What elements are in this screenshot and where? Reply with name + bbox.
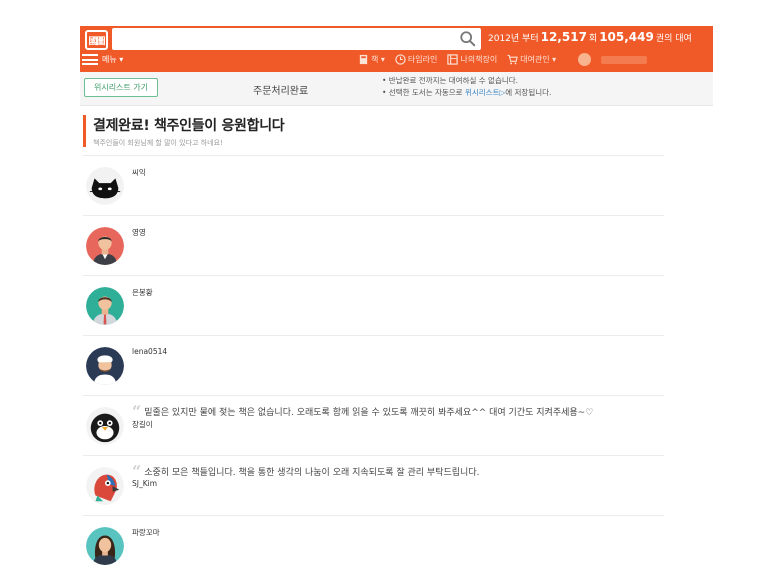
quote-icon: “: [132, 401, 142, 421]
menu-label: 메뉴 ▾: [102, 55, 124, 64]
stats-members: 12,517: [540, 30, 587, 44]
avatar[interactable]: [86, 167, 124, 205]
cat-avatar-icon: [86, 167, 124, 205]
row-text: 파랑꼬마: [132, 527, 160, 538]
comment: “ 밑줄은 있지만 물에 젖는 책은 없습니다. 오래도록 함께 읽을 수 있도…: [132, 401, 594, 421]
quote-icon: “: [132, 461, 142, 481]
avatar[interactable]: [86, 527, 124, 565]
wishlist-link[interactable]: 위시리스트▷: [465, 88, 505, 97]
site-logo[interactable]: 國圖: [85, 30, 108, 50]
logo-text: 國圖: [88, 36, 105, 47]
wishlist-button[interactable]: 위시리스트 가기: [84, 78, 158, 97]
list-item: 파랑꼬마: [83, 515, 664, 575]
notice-suffix: 에 저장됩니다.: [505, 88, 552, 97]
notice-prefix: • 선택한 도서는 자동으로: [382, 88, 465, 97]
list-item: “ 밑줄은 있지만 물에 젖는 책은 없습니다. 오래도록 함께 읽을 수 있도…: [83, 395, 664, 455]
avatar[interactable]: [86, 347, 124, 385]
top-header: 國圖 2012년 부터 12,517 회 105,449 권의 대여 메뉴 ▾ …: [80, 26, 713, 72]
list-item: lena0514: [83, 335, 664, 395]
comment: “ 소중히 모은 책들입니다. 책을 통한 생각의 나눔이 오래 지속되도록 잘…: [132, 461, 480, 481]
notice-return: • 반납완료 전까지는 대여하실 수 없습니다.: [382, 76, 519, 85]
nav-label: 책 ▾: [371, 55, 385, 64]
notices: • 반납완료 전까지는 대여하실 수 없습니다. • 선택한 도서는 자동으로 …: [382, 75, 551, 99]
row-text: 은봉황: [132, 287, 153, 298]
order-status: 주문처리완료: [253, 86, 309, 97]
username[interactable]: SJ_Kim: [132, 479, 479, 488]
list-item: 영영: [83, 215, 664, 275]
row-text: 영영: [132, 227, 146, 238]
page-subtitle: 책주인들이 회원님께 할 말이 있다고 하네요!: [93, 139, 223, 147]
username[interactable]: 장길이: [132, 419, 593, 430]
chef-avatar-icon: [86, 347, 124, 385]
nav-label: 대여관인 ▾: [520, 55, 557, 64]
list-item: 씨익: [83, 155, 664, 215]
notice-wishlist: • 선택한 도서는 자동으로 위시리스트▷에 저장됩니다.: [382, 87, 551, 99]
row-text: lena0514: [132, 347, 167, 356]
bookshelf-icon: [447, 54, 459, 65]
page-title: 결제완료! 책주인들이 응원합니다: [93, 118, 285, 134]
list-item: 은봉황: [83, 275, 664, 335]
cart-icon: [507, 54, 518, 65]
parrot-avatar-icon: [86, 467, 124, 505]
search-box: [112, 28, 481, 51]
menu-button[interactable]: 메뉴 ▾: [82, 54, 123, 65]
bird-avatar-icon: [86, 407, 124, 445]
username[interactable]: 씨익: [132, 167, 146, 178]
avatar[interactable]: [86, 407, 124, 445]
user-avatar[interactable]: [578, 53, 592, 66]
clock-icon: [395, 54, 406, 65]
nav-item-rental[interactable]: 대여관인 ▾: [507, 54, 556, 65]
nav-item-bookshelf[interactable]: 나의책장이: [447, 54, 497, 65]
hamburger-icon: [82, 54, 98, 65]
nav-item-timeline[interactable]: 타임라인: [395, 54, 437, 65]
row-text: 씨익: [132, 167, 146, 178]
search-input[interactable]: [112, 28, 452, 51]
username[interactable]: 은봉황: [132, 287, 153, 298]
order-subbar: 위시리스트 가기 주문처리완료 • 반납완료 전까지는 대여하실 수 없습니다.…: [80, 72, 713, 106]
user-name-redacted[interactable]: [601, 55, 648, 64]
book-icon: [359, 54, 368, 65]
rental-stats: 2012년 부터 12,517 회 105,449 권의 대여: [488, 30, 692, 44]
username[interactable]: 파랑꼬마: [132, 527, 160, 538]
woman-avatar-icon: [86, 527, 124, 565]
stats-books: 105,449: [599, 30, 654, 44]
avatar[interactable]: [86, 467, 124, 505]
row-text: “ 밑줄은 있지만 물에 젖는 책은 없습니다. 오래도록 함께 읽을 수 있도…: [132, 401, 594, 430]
stats-books-unit: 권의 대여: [655, 34, 692, 44]
nav-label: 타임라인: [407, 55, 438, 64]
comment-text: 소중히 모은 책들입니다. 책을 통한 생각의 나눔이 오래 지속되도록 잘 관…: [144, 468, 480, 478]
supporter-list: 씨익 영영 은봉황 lena0514 “ 밑줄은 있지만 물에 젖는 책은 없습…: [83, 155, 664, 575]
search-icon[interactable]: [459, 30, 477, 48]
row-text: “ 소중히 모은 책들입니다. 책을 통한 생각의 나눔이 오래 지속되도록 잘…: [132, 461, 480, 488]
list-item: “ 소중히 모은 책들입니다. 책을 통한 생각의 나눔이 오래 지속되도록 잘…: [83, 455, 664, 515]
top-nav: 책 ▾ 타임라인 나의책장이 대여관인 ▾: [358, 53, 648, 66]
title-block: 결제완료! 책주인들이 응원합니다 책주인들이 회원님께 할 말이 있다고 하네…: [83, 115, 285, 147]
username[interactable]: 영영: [132, 227, 146, 238]
comment-text: 밑줄은 있지만 물에 젖는 책은 없습니다. 오래도록 함께 읽을 수 있도록 …: [144, 408, 594, 418]
nav-label: 나의책장이: [460, 55, 498, 64]
man-avatar-icon: [86, 287, 124, 325]
username[interactable]: lena0514: [132, 347, 167, 356]
avatar[interactable]: [86, 287, 124, 325]
nav-item-books[interactable]: 책 ▾: [358, 54, 385, 65]
avatar[interactable]: [86, 227, 124, 265]
man-avatar-icon: [86, 227, 124, 265]
stats-members-unit: 회: [588, 34, 598, 44]
stats-prefix: 2012년 부터: [488, 34, 539, 44]
